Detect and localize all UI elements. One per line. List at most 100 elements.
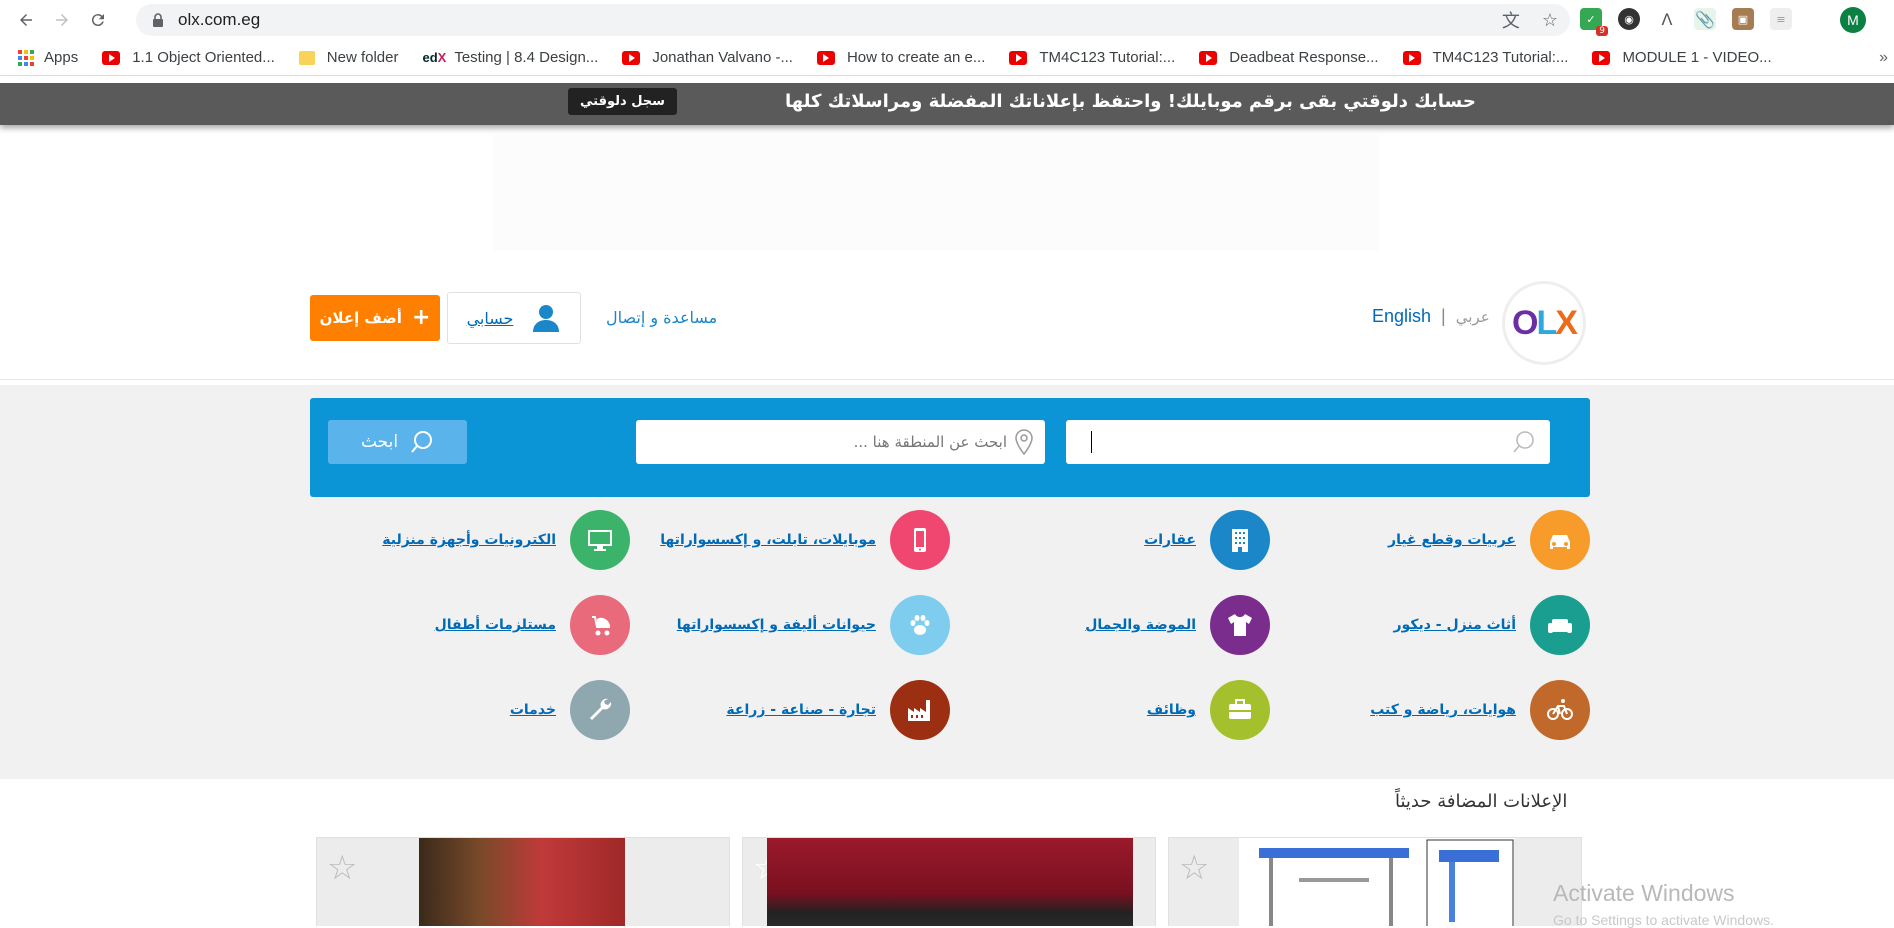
bookmark-item[interactable]: New folder [298,49,398,66]
factory-icon [890,680,950,740]
ad-card[interactable]: ☆ [742,837,1156,926]
youtube-icon [1402,50,1421,65]
promo-banner: حسابك دلوقتي بقى برقم موبايلك! واحتفظ بإ… [0,83,1894,125]
bookmark-label: Apps [44,49,79,66]
category-jobs[interactable]: وظائف [1147,680,1270,740]
bookmark-item[interactable]: Deadbeat Response... [1199,49,1379,66]
category-hobbies[interactable]: هوايات، رياضة و كتب [1370,680,1590,740]
user-icon [533,305,560,332]
ad-image [419,838,625,926]
category-real-estate[interactable]: عقارات [1144,510,1270,570]
category-label: الموضة والجمال [1085,617,1196,633]
bookmark-label: Jonathan Valvano -... [652,49,793,66]
bookmark-apps[interactable]: Apps [18,49,78,66]
bookmark-item[interactable]: edX Testing | 8.4 Design... [422,49,598,66]
address-bar[interactable]: olx.com.eg 文 ☆ [136,4,1570,36]
bookmark-label: TM4C123 Tutorial:... [1432,49,1569,66]
reload-button[interactable] [82,4,114,36]
keyword-search-field[interactable] [1066,420,1550,464]
ad-image [767,838,1133,926]
bookmarks-bar: Apps 1.1 Object Oriented... New folder e… [0,40,1894,76]
image-extension-icon[interactable]: ▣ [1732,8,1754,30]
lang-separator: | [1441,306,1446,326]
sofa-icon [1530,595,1590,655]
category-label: هوايات، رياضة و كتب [1370,702,1516,718]
briefcase-icon [1210,680,1270,740]
paperclip-extension-icon[interactable]: 📎 [1694,8,1716,30]
youtube-icon [1009,50,1028,65]
search-panel: ابحث [310,398,1590,497]
search-icon [1513,431,1534,453]
my-account-label: حسابي [466,308,514,328]
register-now-button[interactable]: سجل دلوقتي [568,88,677,115]
tshirt-icon [1210,595,1270,655]
lang-english-link[interactable]: English [1372,306,1431,327]
bookmark-star-icon[interactable]: ☆ [1542,10,1558,31]
edx-icon: edX [422,50,447,65]
forward-button[interactable] [46,4,78,36]
record-extension-icon[interactable]: ◉ [1618,8,1640,30]
recent-ads-title: الإعلانات المضافة حديثاً [1395,791,1568,812]
location-search-field[interactable] [636,420,1045,464]
search-button-label: ابحث [360,432,399,452]
post-ad-button[interactable]: أضف إعلان + [310,295,440,341]
category-fashion[interactable]: الموضة والجمال [1085,595,1270,655]
category-grid: عربيات وقطع غيار عقارات موبايلات، تابلت،… [310,510,1590,765]
stroller-icon [570,595,630,655]
search-button[interactable]: ابحث [328,420,467,464]
extensions-bar: ✓ 9 ◉ Λ 📎 ▣ ≡ [1580,8,1792,36]
olx-logo[interactable]: OLX [1502,281,1586,365]
youtube-icon [1199,50,1218,65]
ad-card[interactable]: ☆ [1168,837,1582,926]
keyword-input[interactable] [1102,433,1502,451]
ad-card[interactable]: ☆ [316,837,730,926]
translate-icon[interactable]: 文 [1502,7,1520,33]
profile-avatar[interactable]: M [1840,7,1866,33]
category-pets[interactable]: حيوانات أليفة و إكسسواراتها [677,595,950,655]
category-services[interactable]: خدمات [510,680,630,740]
category-label: موبايلات، تابلت، و إكسسواراتها [660,532,876,548]
help-contact-link[interactable]: مساعدة و إتصال [606,308,717,327]
category-kids[interactable]: مستلزمات أطفال [435,595,630,655]
bookmark-label: 1.1 Object Oriented... [132,49,275,66]
page-content: حسابك دلوقتي بقى برقم موبايلك! واحتفظ بإ… [0,83,1894,926]
bookmark-label: MODULE 1 - VIDEO... [1622,49,1772,66]
category-mobiles[interactable]: موبايلات، تابلت، و إكسسواراتها [660,510,950,570]
shield-extension-icon[interactable]: ✓ 9 [1580,8,1608,36]
ad-image [1239,838,1514,926]
bookmark-label: Deadbeat Response... [1229,49,1379,66]
category-electronics[interactable]: الكترونيات وأجهزة منزلية [382,510,630,570]
back-button[interactable] [10,4,42,36]
bookmark-item[interactable]: 1.1 Object Oriented... [102,49,275,66]
favorite-star-icon[interactable]: ☆ [1179,848,1209,888]
lock-icon [153,13,163,27]
arrow-left-icon [20,14,32,26]
document-extension-icon[interactable]: ≡ [1770,8,1792,30]
bookmark-item[interactable]: MODULE 1 - VIDEO... [1592,49,1772,66]
bookmark-label: How to create an e... [846,49,986,66]
bookmark-item[interactable]: How to create an e... [816,49,986,66]
apps-grid-icon [18,49,34,66]
more-bookmarks-button[interactable]: » [1879,49,1888,67]
favorite-star-icon[interactable]: ☆ [327,848,357,888]
bookmark-label: TM4C123 Tutorial:... [1039,49,1176,66]
mobile-icon [890,510,950,570]
location-input[interactable] [667,433,1007,451]
bookmark-item[interactable]: TM4C123 Tutorial:... [1009,49,1175,66]
category-label: تجارة - صناعة - زراعة [726,702,876,718]
extension-badge: 9 [1596,26,1608,36]
youtube-icon [1592,50,1611,65]
site-header: أضف إعلان + حسابي مساعدة و إتصال English… [0,278,1894,380]
lang-arabic-link[interactable]: عربي [1456,308,1490,326]
acrobat-extension-icon[interactable]: Λ [1656,8,1678,30]
bookmark-item[interactable]: TM4C123 Tutorial:... [1402,49,1569,66]
reload-icon [91,14,104,27]
category-label: عقارات [1144,532,1196,548]
my-account-button[interactable]: حسابي [447,292,581,344]
building-icon [1210,510,1270,570]
monitor-icon [570,510,630,570]
bookmark-item[interactable]: Jonathan Valvano -... [622,49,793,66]
category-business[interactable]: تجارة - صناعة - زراعة [726,680,950,740]
category-vehicles[interactable]: عربيات وقطع غيار [1388,510,1590,570]
category-furniture[interactable]: أثاث منزل - ديكور [1394,595,1590,655]
